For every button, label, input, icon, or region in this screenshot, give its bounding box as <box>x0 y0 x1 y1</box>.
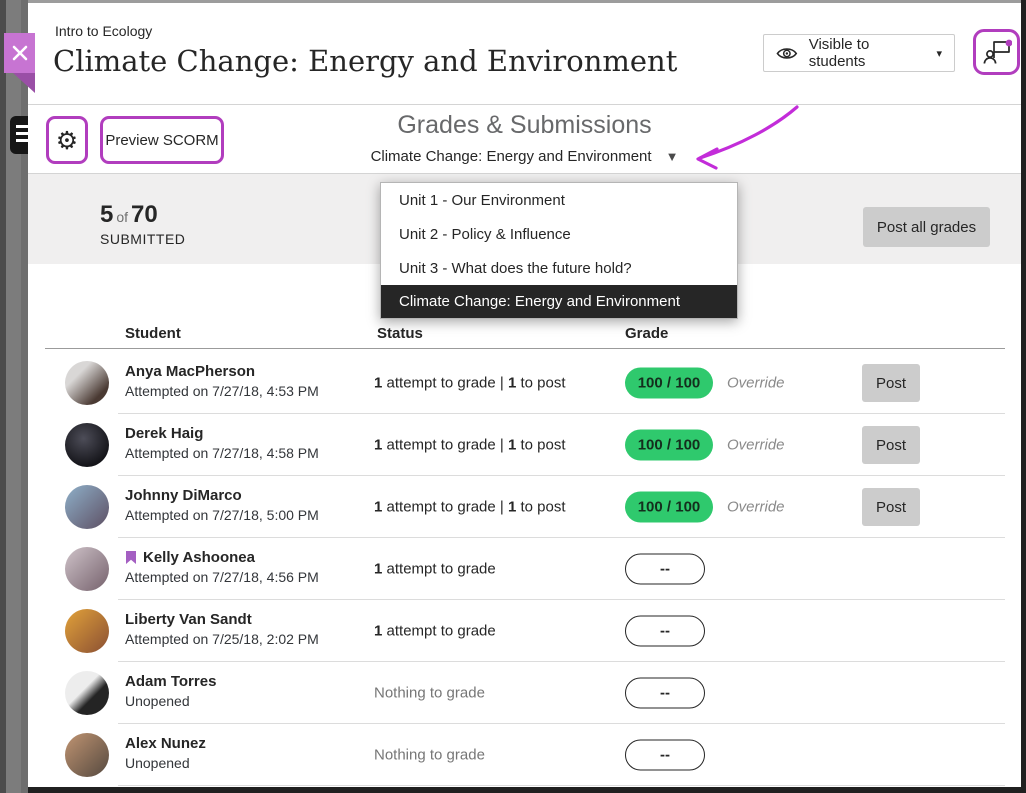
attempt-subtitle: Attempted on 7/27/18, 4:56 PM <box>125 569 319 585</box>
table-header-divider <box>45 348 1005 349</box>
course-name: Intro to Ecology <box>55 23 152 39</box>
of-label: of <box>113 209 131 225</box>
post-button[interactable]: Post <box>862 426 920 464</box>
attempt-subtitle: Unopened <box>125 693 216 709</box>
table-row[interactable]: Derek Haig Attempted on 7/27/18, 4:58 PM… <box>28 414 1021 476</box>
status-text: 1 attempt to grade <box>374 623 496 640</box>
avatar <box>65 671 109 715</box>
column-header-student: Student <box>125 325 181 342</box>
override-label: Override <box>727 375 785 392</box>
submitted-label: SUBMITTED <box>100 231 185 247</box>
background-page-strip <box>0 0 28 793</box>
page-title: Climate Change: Energy and Environment <box>53 44 677 78</box>
window-top-edge <box>28 0 1021 3</box>
menu-item-climate-change-selected[interactable]: Climate Change: Energy and Environment <box>381 285 737 318</box>
attempt-subtitle: Unopened <box>125 755 206 771</box>
avatar <box>65 609 109 653</box>
panel-title: Grades & Submissions <box>28 111 1021 140</box>
grade-pill[interactable]: 100 / 100 <box>625 430 713 461</box>
override-label: Override <box>727 499 785 516</box>
visibility-label: Visible to students <box>809 36 924 70</box>
table-row[interactable]: Adam Torres Unopened Nothing to grade -- <box>28 662 1021 724</box>
assessment-selector-label: Climate Change: Energy and Environment <box>371 148 652 165</box>
submitted-count: 5 <box>100 201 113 228</box>
table-row[interactable]: Johnny DiMarco Attempted on 7/27/18, 5:0… <box>28 476 1021 538</box>
student-name: Liberty Van Sandt <box>125 611 252 628</box>
assessment-panel: Intro to Ecology Climate Change: Energy … <box>28 0 1021 787</box>
table-row[interactable]: Anya MacPherson Attempted on 7/27/18, 4:… <box>28 352 1021 414</box>
total-count: 70 <box>131 201 158 228</box>
student-name: Alex Nunez <box>125 735 206 752</box>
app-window: Intro to Ecology Climate Change: Energy … <box>0 0 1026 793</box>
attempt-subtitle: Attempted on 7/27/18, 5:00 PM <box>125 507 319 523</box>
eye-icon <box>776 46 798 61</box>
status-text: 1 attempt to grade <box>374 561 496 578</box>
menu-item-unit-2[interactable]: Unit 2 - Policy & Influence <box>381 217 737 251</box>
post-all-grades-button[interactable]: Post all grades <box>863 207 990 247</box>
column-header-status: Status <box>377 325 423 342</box>
annotation-arrow <box>686 103 801 173</box>
table-row[interactable]: Liberty Van Sandt Attempted on 7/25/18, … <box>28 600 1021 662</box>
table-row[interactable]: Kelly Ashoonea Attempted on 7/27/18, 4:5… <box>28 538 1021 600</box>
assessment-selector[interactable]: Climate Change: Energy and Environment ▼ <box>28 148 1021 165</box>
student-name: Johnny DiMarco <box>125 487 242 504</box>
grade-pill-empty[interactable]: -- <box>625 740 705 771</box>
post-button[interactable]: Post <box>862 364 920 402</box>
submissions-list: Anya MacPherson Attempted on 7/27/18, 4:… <box>28 352 1021 786</box>
student-name: Derek Haig <box>125 425 203 442</box>
grade-pill-empty[interactable]: -- <box>625 616 705 647</box>
assessment-dropdown-menu: Unit 1 - Our Environment Unit 2 - Policy… <box>380 182 738 319</box>
status-text: 1 attempt to grade | 1 to post <box>374 499 566 516</box>
chevron-down-icon: ▾ <box>936 47 942 60</box>
avatar <box>65 547 109 591</box>
close-panel-button[interactable] <box>4 33 35 73</box>
status-text: 1 attempt to grade | 1 to post <box>374 437 566 454</box>
student-name: Adam Torres <box>125 673 216 690</box>
attempt-subtitle: Attempted on 7/25/18, 2:02 PM <box>125 631 319 647</box>
dropdown-caret-icon: ▼ <box>666 149 679 164</box>
hamburger-menu-button[interactable] <box>10 116 28 154</box>
attempt-subtitle: Attempted on 7/27/18, 4:58 PM <box>125 445 319 461</box>
grade-pill-empty[interactable]: -- <box>625 678 705 709</box>
student-activity-button[interactable] <box>973 29 1020 75</box>
avatar <box>65 485 109 529</box>
close-icon <box>9 42 31 64</box>
student-name: Kelly Ashoonea <box>143 549 255 566</box>
menu-item-unit-1[interactable]: Unit 1 - Our Environment <box>381 183 737 217</box>
menu-item-unit-3[interactable]: Unit 3 - What does the future hold? <box>381 251 737 285</box>
avatar <box>65 361 109 405</box>
submission-stats: 5of70 SUBMITTED <box>100 201 185 247</box>
bookmark-flag-icon <box>125 550 137 565</box>
grade-pill[interactable]: 100 / 100 <box>625 492 713 523</box>
avatar <box>65 733 109 777</box>
person-flag-notification-icon <box>982 37 1012 67</box>
grade-pill-empty[interactable]: -- <box>625 554 705 585</box>
avatar <box>65 423 109 467</box>
grade-pill[interactable]: 100 / 100 <box>625 368 713 399</box>
status-text: 1 attempt to grade | 1 to post <box>374 375 566 392</box>
panel-fold-decoration <box>13 73 35 93</box>
student-name: Anya MacPherson <box>125 363 255 380</box>
status-text: Nothing to grade <box>374 685 485 702</box>
post-button[interactable]: Post <box>862 488 920 526</box>
header-divider <box>28 104 1021 105</box>
status-text: Nothing to grade <box>374 747 485 764</box>
attempt-subtitle: Attempted on 7/27/18, 4:53 PM <box>125 383 319 399</box>
visibility-dropdown-button[interactable]: Visible to students ▾ <box>763 34 955 72</box>
table-row[interactable]: Alex Nunez Unopened Nothing to grade -- <box>28 724 1021 786</box>
column-header-grade: Grade <box>625 325 668 342</box>
override-label: Override <box>727 437 785 454</box>
